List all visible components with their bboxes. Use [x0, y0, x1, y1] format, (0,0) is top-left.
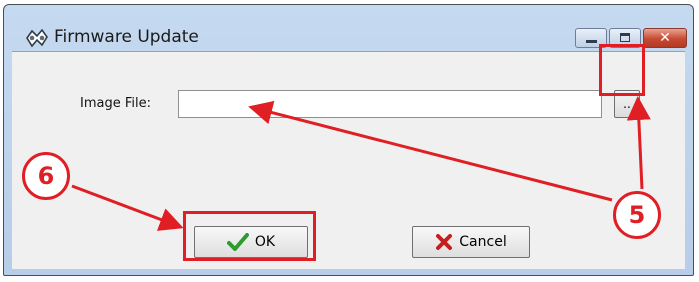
callout-step-5: 5 [613, 191, 661, 239]
cancel-button[interactable]: Cancel [412, 226, 530, 258]
window-controls: ✕ [573, 28, 687, 50]
ok-button[interactable]: OK [194, 226, 308, 258]
minimize-icon [586, 40, 597, 43]
close-button[interactable]: ✕ [643, 28, 687, 48]
firmware-update-window: Firmware Update ✕ Image File: .. OK Canc… [3, 4, 694, 276]
browse-button[interactable]: .. [614, 90, 640, 118]
red-x-icon [436, 234, 453, 250]
title-bar: Firmware Update ✕ [4, 5, 693, 49]
minimize-button[interactable] [575, 28, 607, 48]
cancel-button-label: Cancel [459, 234, 507, 250]
green-checkmark-icon [226, 233, 249, 251]
maximize-icon [620, 33, 630, 42]
image-file-input[interactable] [178, 90, 602, 118]
close-icon: ✕ [659, 30, 671, 46]
callout-step-6: 6 [22, 152, 70, 200]
image-file-label: Image File: [80, 96, 151, 111]
maximize-button[interactable] [609, 28, 641, 48]
dialog-body: Image File: .. OK Cancel [12, 51, 685, 269]
firmware-gear-icon [26, 28, 48, 48]
window-title: Firmware Update [54, 27, 199, 47]
ok-button-label: OK [254, 234, 276, 250]
